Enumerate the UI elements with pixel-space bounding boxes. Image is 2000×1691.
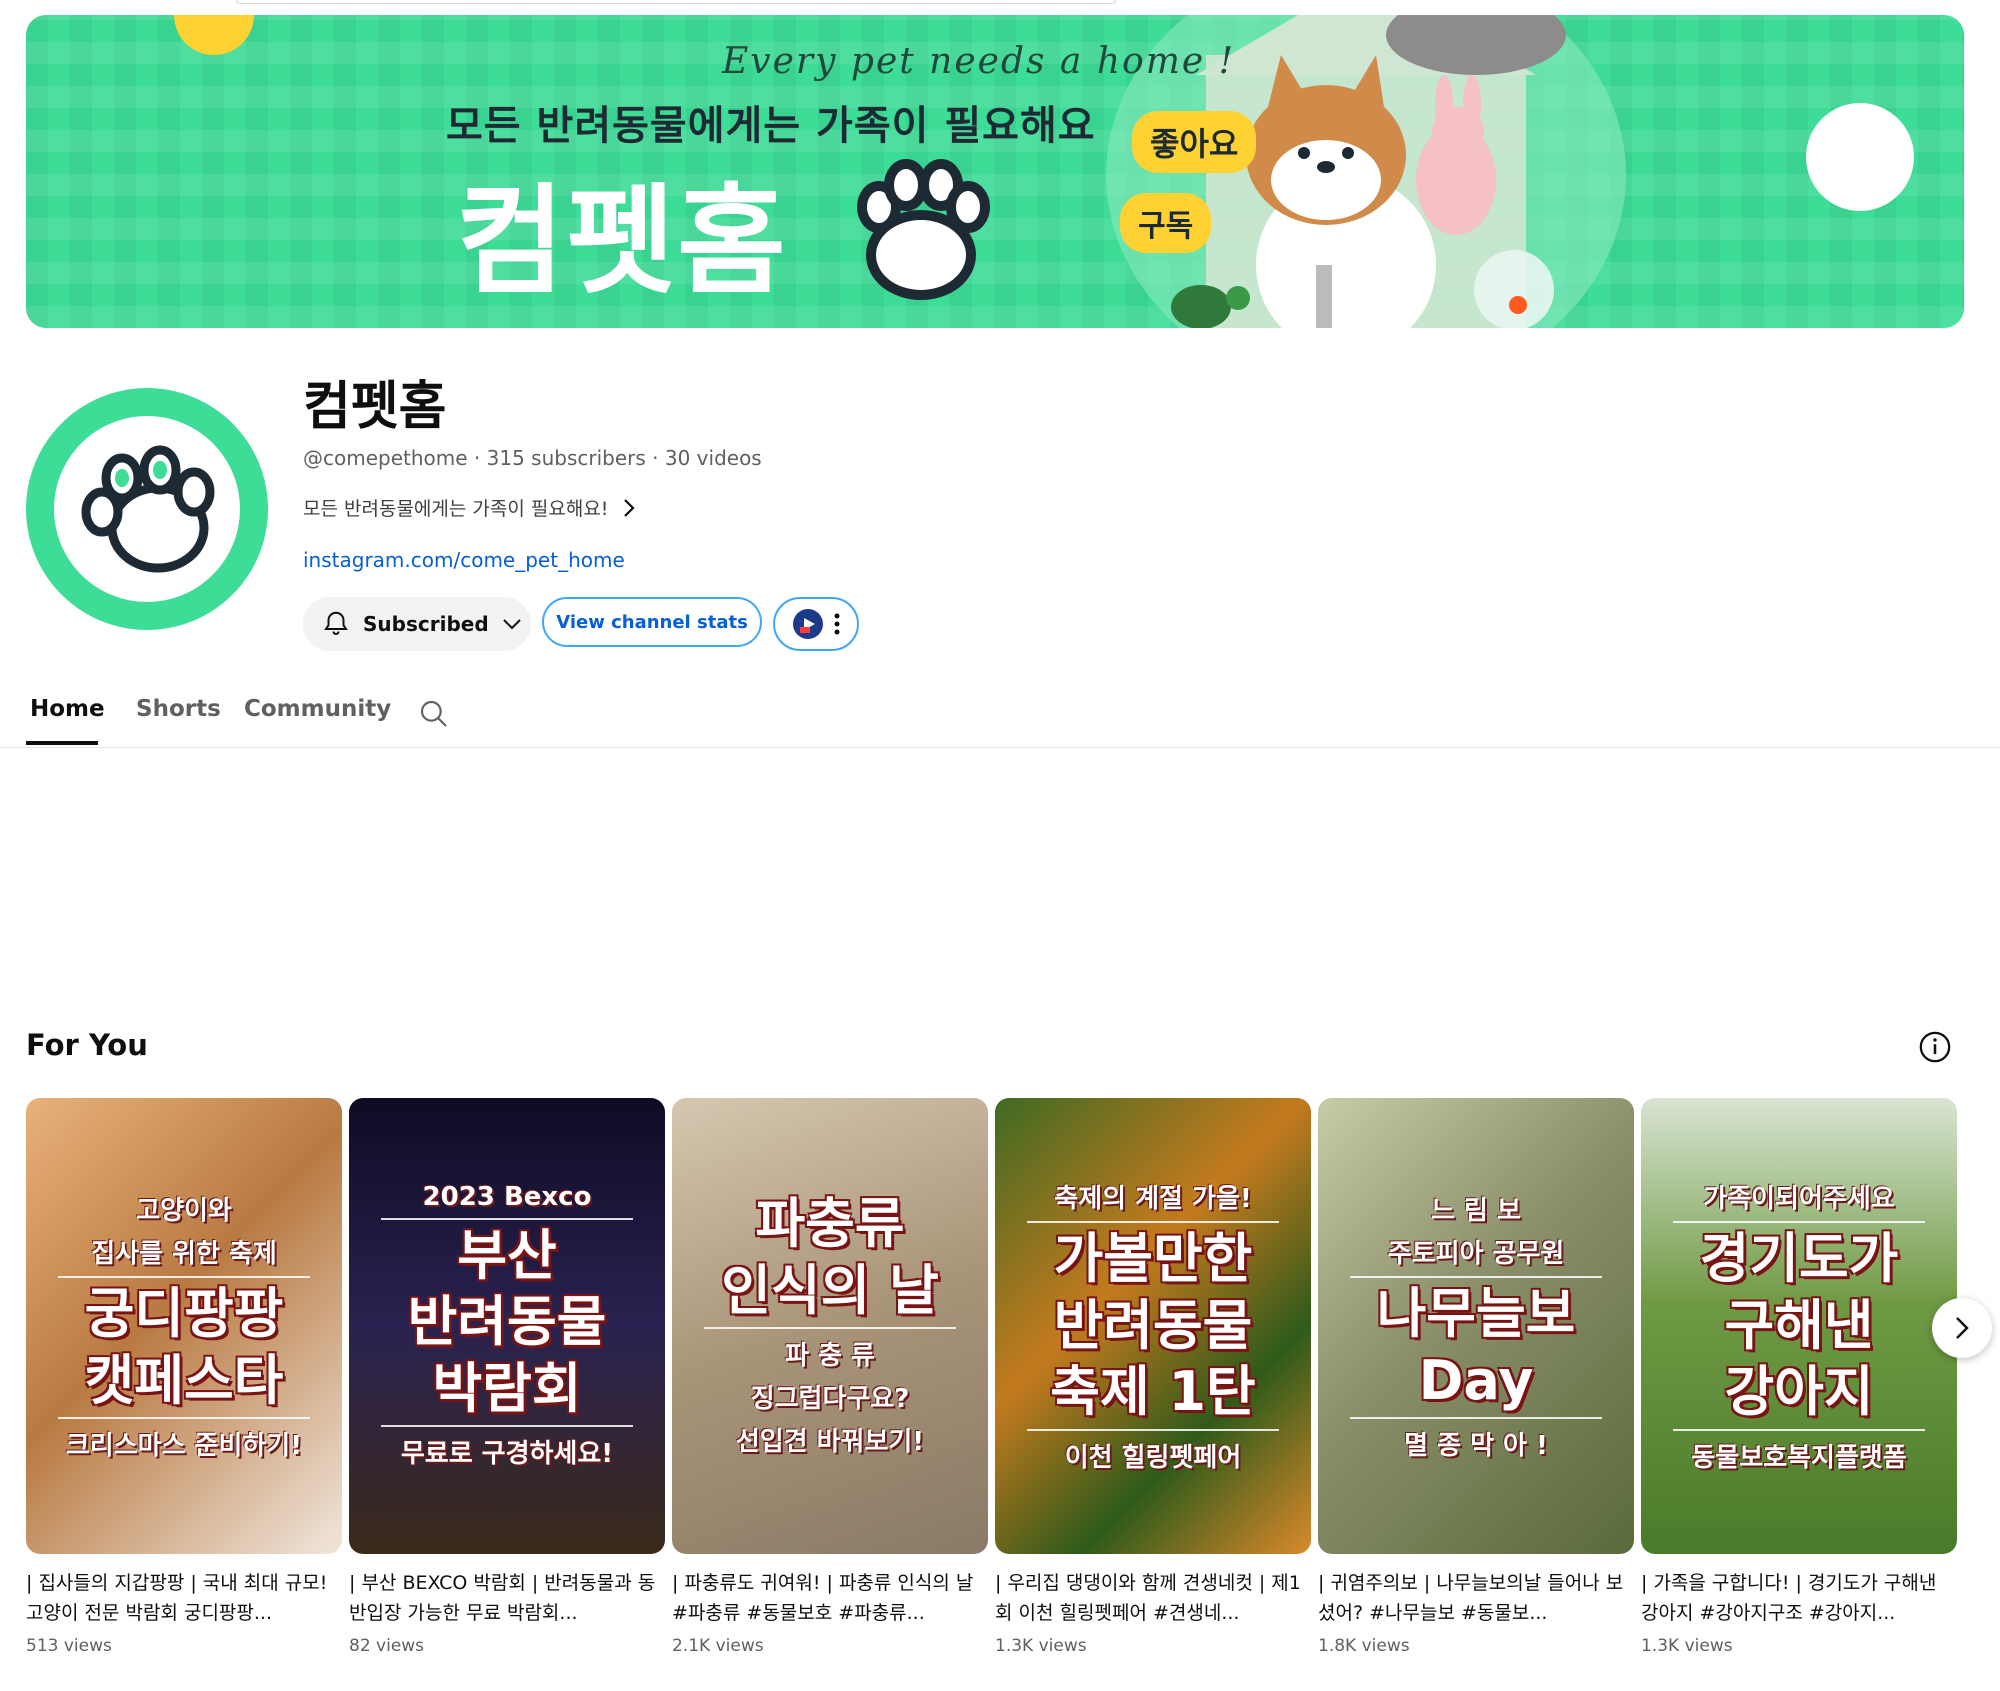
search-icon[interactable] bbox=[418, 698, 450, 730]
chevron-right-icon bbox=[1956, 1317, 1969, 1339]
channel-meta: @comepethome · 315 subscribers · 30 vide… bbox=[303, 446, 762, 470]
video-card[interactable]: 2023 Bexco 부산 반려동물 박람회 무료로 구경하세요! | 부산 B… bbox=[349, 1098, 665, 1656]
thumb-text: 파 충 류 bbox=[785, 1340, 875, 1371]
video-card[interactable]: 파충류 인식의 날 파 충 류 징그럽다구요? 선입견 바꿔보기! | 파충류도… bbox=[672, 1098, 988, 1656]
thumb-text: 파충류 bbox=[755, 1192, 905, 1256]
channel-external-link[interactable]: instagram.com/come_pet_home bbox=[303, 548, 625, 572]
thumb-text: 박람회 bbox=[432, 1356, 582, 1420]
avatar-paw-icon bbox=[81, 445, 215, 573]
banner-paw-icon bbox=[857, 159, 990, 300]
video-views: 1.3K views bbox=[995, 1636, 1087, 1656]
tab-shorts[interactable]: Shorts bbox=[136, 696, 221, 722]
thumb-text: 반려동물 bbox=[407, 1290, 607, 1354]
thumb-text: 부산 bbox=[457, 1223, 557, 1287]
thumb-text: 느 림 보 bbox=[1431, 1196, 1521, 1227]
thumb-text: 멸 종 막 아 ! bbox=[1404, 1430, 1548, 1461]
thumb-text: 집사를 위한 축제 bbox=[91, 1239, 277, 1270]
banner-sun-decoration bbox=[174, 15, 254, 55]
thumb-text: 가볼만한 bbox=[1053, 1227, 1253, 1291]
thumb-text: Day bbox=[1418, 1348, 1534, 1412]
carousel-next-button[interactable] bbox=[1932, 1298, 1992, 1358]
play-badge-icon[interactable] bbox=[792, 608, 824, 640]
thumb-text: 캣페스타 bbox=[84, 1348, 284, 1412]
thumb-text: 무료로 구경하세요! bbox=[400, 1439, 614, 1470]
more-vert-icon[interactable] bbox=[834, 612, 840, 636]
chevron-right-icon bbox=[624, 498, 635, 517]
channel-description[interactable]: 모든 반려동물에게는 가족이 필요해요! bbox=[303, 494, 636, 521]
active-tab-indicator bbox=[26, 741, 98, 745]
view-channel-stats-button[interactable]: View channel stats bbox=[542, 597, 762, 647]
video-thumbnail[interactable]: 파충류 인식의 날 파 충 류 징그럽다구요? 선입견 바꿔보기! bbox=[672, 1098, 988, 1554]
thumb-text: 경기도가 bbox=[1699, 1227, 1899, 1291]
section-title-for-you: For You bbox=[26, 1028, 148, 1062]
banner-title: 컴펫홈 bbox=[456, 172, 788, 310]
thumb-text: 고양이와 bbox=[136, 1196, 232, 1227]
video-thumbnail[interactable]: 고양이와 집사를 위한 축제 궁디팡팡 캣페스타 크리스마스 준비하기! bbox=[26, 1098, 342, 1554]
subscribed-button[interactable]: Subscribed bbox=[303, 597, 531, 651]
thumb-text: 이천 힐링펫페어 bbox=[1064, 1442, 1242, 1473]
video-views: 2.1K views bbox=[672, 1636, 764, 1656]
video-title[interactable]: | 귀염주의보 | 나무늘보의날 들어나 보셨어? #나무늘보 #동물보... bbox=[1318, 1568, 1634, 1628]
thumb-text: 축제 1탄 bbox=[1050, 1360, 1256, 1424]
banner-tagline: Every pet needs a home ! bbox=[722, 41, 1236, 82]
info-icon[interactable] bbox=[1918, 1030, 1952, 1064]
video-views: 82 views bbox=[349, 1636, 425, 1656]
thumb-text: 구해낸 bbox=[1724, 1293, 1874, 1357]
video-card[interactable]: 느 림 보 주토피아 공무원 나무늘보 Day 멸 종 막 아 ! | 귀염주의… bbox=[1318, 1098, 1634, 1656]
thumb-text: 강아지 bbox=[1724, 1360, 1874, 1424]
thumb-text: 동물보호복지플랫폼 bbox=[1691, 1442, 1907, 1473]
thumb-text: 2023 Bexco bbox=[422, 1181, 592, 1212]
search-bar-edge bbox=[236, 0, 1116, 4]
thumb-text: 궁디팡팡 bbox=[84, 1282, 284, 1346]
channel-avatar[interactable] bbox=[26, 388, 268, 630]
video-thumbnail[interactable]: 가족이되어주세요 경기도가 구해낸 강아지 동물보호복지플랫폼 bbox=[1641, 1098, 1957, 1554]
banner-bubble-subscribe: 구독 bbox=[1120, 193, 1212, 253]
tab-community[interactable]: Community bbox=[244, 696, 391, 722]
thumb-text: 징그럽다구요? bbox=[750, 1383, 910, 1414]
thumb-text: 나무늘보 bbox=[1376, 1282, 1576, 1346]
video-title[interactable]: | 집사들의 지갑팡팡 | 국내 최대 규모! 고양이 전문 박람회 궁디팡팡.… bbox=[26, 1568, 342, 1628]
video-card[interactable]: 축제의 계절 가을! 가볼만한 반려동물 축제 1탄 이천 힐링펫페어 | 우리… bbox=[995, 1098, 1311, 1656]
banner-circle-decoration bbox=[1806, 103, 1914, 211]
video-card[interactable]: 가족이되어주세요 경기도가 구해낸 강아지 동물보호복지플랫폼 | 가족을 구합… bbox=[1641, 1098, 1957, 1656]
thumb-text: 인식의 날 bbox=[721, 1258, 939, 1322]
video-card[interactable]: 고양이와 집사를 위한 축제 궁디팡팡 캣페스타 크리스마스 준비하기! | 집… bbox=[26, 1098, 342, 1656]
thumb-text: 축제의 계절 가을! bbox=[1054, 1184, 1252, 1215]
video-title[interactable]: | 파충류도 귀여워! | 파충류 인식의 날 #파충류 #동물보호 #파충류.… bbox=[672, 1568, 988, 1628]
bell-icon bbox=[324, 611, 348, 635]
thumb-text: 반려동물 bbox=[1053, 1293, 1253, 1357]
subscribed-label: Subscribed bbox=[363, 612, 489, 636]
channel-banner: Every pet needs a home ! 모든 반려동물에게는 가족이 … bbox=[26, 15, 1964, 328]
tab-home[interactable]: Home bbox=[30, 696, 105, 722]
thumb-text: 가족이되어주세요 bbox=[1703, 1184, 1895, 1215]
video-title[interactable]: | 우리집 댕댕이와 함께 견생네컷 | 제1회 이천 힐링펫페어 #견생네..… bbox=[995, 1568, 1311, 1628]
video-views: 513 views bbox=[26, 1636, 112, 1656]
video-views: 1.8K views bbox=[1318, 1636, 1410, 1656]
banner-bubble-like: 좋아요 bbox=[1132, 111, 1257, 173]
chevron-down-icon bbox=[502, 619, 521, 630]
video-title[interactable]: | 부산 BEXCO 박람회 | 반려동물과 동반입장 가능한 무료 박람회..… bbox=[349, 1568, 665, 1628]
channel-tabs: Home Shorts Community bbox=[0, 690, 2000, 748]
banner-subtitle: 모든 반려동물에게는 가족이 필요해요 bbox=[446, 103, 1096, 149]
video-views: 1.3K views bbox=[1641, 1636, 1733, 1656]
channel-name: 컴펫홈 bbox=[303, 377, 447, 437]
thumb-text: 크리스마스 준비하기! bbox=[65, 1430, 303, 1461]
video-title[interactable]: | 가족을 구합니다! | 경기도가 구해낸 강아지 #강아지구조 #강아지..… bbox=[1641, 1568, 1957, 1628]
thumb-text: 주토피아 공무원 bbox=[1387, 1239, 1565, 1270]
channel-description-text: 모든 반려동물에게는 가족이 필요해요! bbox=[303, 498, 609, 520]
video-thumbnail[interactable]: 느 림 보 주토피아 공무원 나무늘보 Day 멸 종 막 아 ! bbox=[1318, 1098, 1634, 1554]
channel-extra-actions[interactable] bbox=[773, 597, 859, 651]
video-thumbnail[interactable]: 2023 Bexco 부산 반려동물 박람회 무료로 구경하세요! bbox=[349, 1098, 665, 1554]
video-thumbnail[interactable]: 축제의 계절 가을! 가볼만한 반려동물 축제 1탄 이천 힐링펫페어 bbox=[995, 1098, 1311, 1554]
thumb-text: 선입견 바꿔보기! bbox=[735, 1426, 925, 1457]
